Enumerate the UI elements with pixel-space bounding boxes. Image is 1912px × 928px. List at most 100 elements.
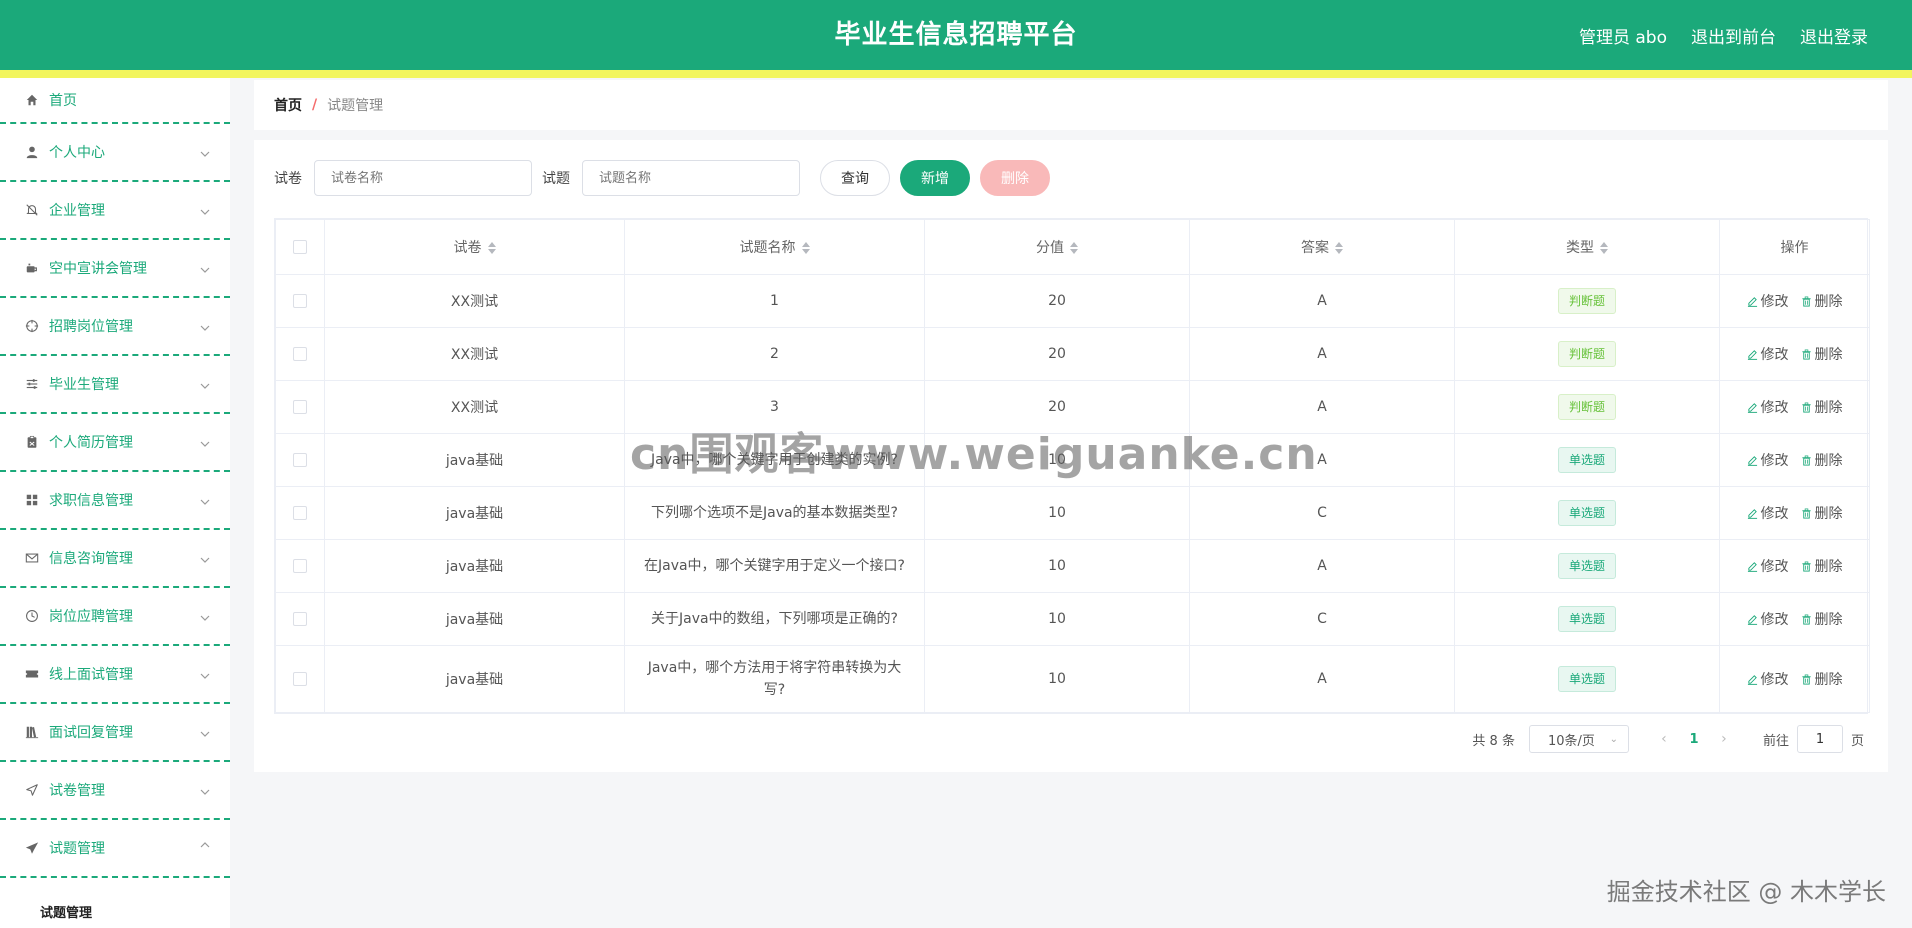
row-select-cell <box>275 592 325 646</box>
next-page-icon[interactable]: › <box>1709 731 1739 747</box>
page-number-current[interactable]: 1 <box>1679 732 1709 747</box>
cell-paper: XX测试 <box>324 380 625 434</box>
sidebar-item[interactable]: 招聘岗位管理 <box>0 298 230 356</box>
col-header-question-name[interactable]: 试题名称 <box>624 219 925 275</box>
coffee-cup-icon <box>24 260 40 276</box>
col-header-score[interactable]: 分值 <box>924 219 1190 275</box>
sidebar-item-label: 面试回复管理 <box>49 725 133 741</box>
sort-icon[interactable] <box>1600 242 1608 254</box>
row-checkbox[interactable] <box>293 347 307 361</box>
back-to-frontend-link[interactable]: 退出到前台 <box>1691 23 1776 48</box>
delete-button[interactable]: 删除 <box>1801 344 1843 364</box>
crosshair-icon <box>24 318 40 334</box>
row-checkbox[interactable] <box>293 672 307 686</box>
sidebar-item-label: 求职信息管理 <box>49 493 133 509</box>
col-header-paper[interactable]: 试卷 <box>324 219 625 275</box>
sort-icon[interactable] <box>1070 242 1078 254</box>
cell-score: 20 <box>924 274 1190 328</box>
sidebar-item[interactable]: 信息咨询管理 <box>0 530 230 588</box>
chevron-down-icon <box>200 839 210 853</box>
row-checkbox[interactable] <box>293 506 307 520</box>
trash-icon <box>1801 508 1812 519</box>
sidebar-item[interactable]: 试卷管理 <box>0 762 230 820</box>
sidebar-item[interactable]: 求职信息管理 <box>0 472 230 530</box>
row-select-cell <box>275 327 325 381</box>
row-checkbox[interactable] <box>293 400 307 414</box>
paper-search-input[interactable] <box>314 160 532 196</box>
sidebar-item-label: 个人简历管理 <box>49 435 133 451</box>
batch-delete-button[interactable]: 删除 <box>980 160 1050 196</box>
query-button[interactable]: 查询 <box>820 160 890 196</box>
sidebar-item[interactable]: 岗位应聘管理 <box>0 588 230 646</box>
delete-button[interactable]: 删除 <box>1801 397 1843 417</box>
chevron-down-icon <box>200 146 210 160</box>
edit-button[interactable]: 修改 <box>1747 291 1789 311</box>
edit-button[interactable]: 修改 <box>1747 609 1789 629</box>
add-button[interactable]: 新增 <box>900 160 970 196</box>
row-select-cell <box>275 645 325 713</box>
delete-button[interactable]: 删除 <box>1801 450 1843 470</box>
col-header-type-label: 类型 <box>1566 240 1594 256</box>
goto-label: 前往 <box>1762 733 1789 749</box>
sidebar-item-label: 个人中心 <box>49 145 105 161</box>
cell-type: 判断题 <box>1454 274 1720 328</box>
delete-button[interactable]: 删除 <box>1801 609 1843 629</box>
edit-button[interactable]: 修改 <box>1747 344 1789 364</box>
total-count: 共 8 条 <box>1472 733 1515 749</box>
col-header-answer[interactable]: 答案 <box>1189 219 1455 275</box>
page-size-select[interactable]: 10条/页 ⌄ <box>1528 725 1629 753</box>
cell-actions: 修改 删除 <box>1719 274 1870 328</box>
breadcrumb-current: 试题管理 <box>327 98 384 114</box>
sidebar-item[interactable]: 空中宣讲会管理 <box>0 240 230 298</box>
col-header-actions: 操作 <box>1719 219 1870 275</box>
sidebar-subitem-question-management[interactable]: 试题管理 <box>0 878 230 928</box>
delete-button[interactable]: 删除 <box>1801 556 1843 576</box>
goto-page-input[interactable] <box>1796 725 1843 753</box>
sort-icon[interactable] <box>1335 242 1343 254</box>
admin-user-label[interactable]: 管理员 abo <box>1579 23 1667 48</box>
edit-button[interactable]: 修改 <box>1747 503 1789 523</box>
row-checkbox[interactable] <box>293 612 307 626</box>
edit-button[interactable]: 修改 <box>1747 397 1789 417</box>
sort-icon[interactable] <box>801 242 810 254</box>
cell-score: 10 <box>924 645 1190 713</box>
cell-paper: java基础 <box>324 592 625 646</box>
delete-label: 删除 <box>1814 453 1843 469</box>
col-header-type[interactable]: 类型 <box>1454 219 1720 275</box>
question-search-input[interactable] <box>582 160 800 196</box>
sidebar-item[interactable]: 毕业生管理 <box>0 356 230 414</box>
sidebar-item[interactable]: 个人中心 <box>0 124 230 182</box>
breadcrumb-home[interactable]: 首页 <box>274 95 302 115</box>
sidebar-item[interactable]: 试题管理 <box>0 820 230 878</box>
cell-paper: XX测试 <box>324 327 625 381</box>
row-checkbox[interactable] <box>293 559 307 573</box>
prev-page-icon[interactable]: ‹ <box>1649 731 1679 747</box>
type-tag: 判断题 <box>1557 288 1616 314</box>
sidebar-item[interactable]: 首页 <box>0 78 230 124</box>
delete-button[interactable]: 删除 <box>1801 291 1843 311</box>
sidebar-item-label: 信息咨询管理 <box>49 551 133 567</box>
cell-score: 10 <box>924 592 1190 646</box>
delete-button[interactable]: 删除 <box>1801 503 1843 523</box>
sidebar-item[interactable]: 企业管理 <box>0 182 230 240</box>
edit-button[interactable]: 修改 <box>1747 556 1789 576</box>
cell-actions: 修改 删除 <box>1719 645 1870 713</box>
paper-label: 试卷 <box>274 171 302 187</box>
type-tag: 单选题 <box>1557 500 1616 526</box>
row-select-cell <box>275 380 325 434</box>
sidebar-item-label: 招聘岗位管理 <box>49 319 133 335</box>
col-header-actions-label: 操作 <box>1780 240 1809 256</box>
sidebar-item[interactable]: 面试回复管理 <box>0 704 230 762</box>
edit-button[interactable]: 修改 <box>1747 669 1789 689</box>
select-all-checkbox[interactable] <box>293 240 307 254</box>
edit-button[interactable]: 修改 <box>1747 450 1789 470</box>
delete-button[interactable]: 删除 <box>1801 669 1843 689</box>
delete-label: 删除 <box>1814 506 1843 522</box>
logout-link[interactable]: 退出登录 <box>1800 23 1868 48</box>
sidebar-item[interactable]: 线上面试管理 <box>0 646 230 704</box>
sidebar-item[interactable]: 个人简历管理 <box>0 414 230 472</box>
sort-icon[interactable] <box>487 242 496 254</box>
row-checkbox[interactable] <box>293 294 307 308</box>
ticket-icon <box>24 666 40 682</box>
row-checkbox[interactable] <box>293 453 307 467</box>
